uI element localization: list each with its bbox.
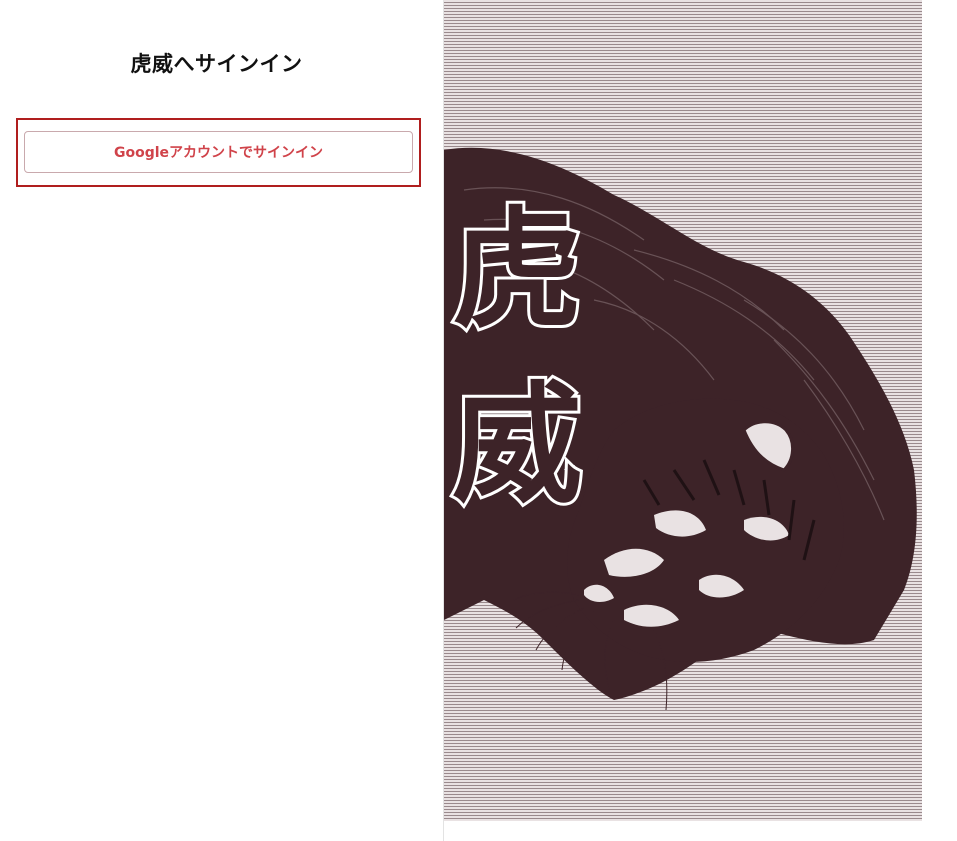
signin-page: 虎威へサインイン Googleアカウントでサインイン 虎 威 [0, 0, 957, 841]
page-title: 虎威へサインイン [130, 52, 303, 76]
hero-image: 虎 威 [444, 0, 922, 821]
calligraphy-char-2: 威 [452, 368, 582, 521]
google-signin-button[interactable]: Googleアカウントでサインイン [24, 131, 413, 173]
calligraphy-char-1: 虎 [452, 193, 582, 346]
tiger-illustration: 虎 威 [444, 147, 917, 711]
google-signin-label: Googleアカウントでサインイン [113, 145, 324, 161]
signin-panel: 虎威へサインイン Googleアカウントでサインイン [0, 0, 443, 841]
